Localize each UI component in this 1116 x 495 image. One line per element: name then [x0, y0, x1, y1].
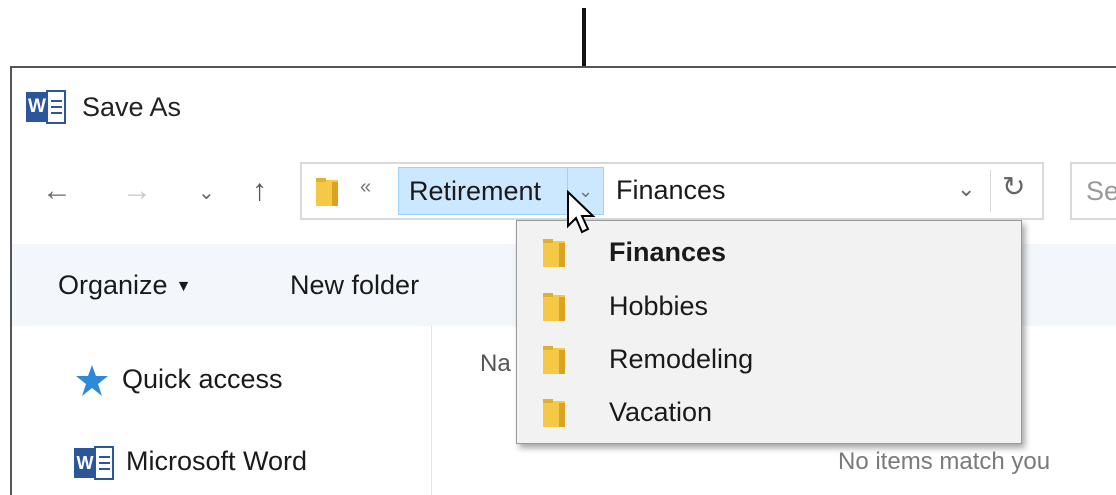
search-input[interactable]: Se — [1070, 162, 1116, 220]
forward-arrow-icon[interactable]: → — [122, 176, 152, 206]
sidebar-item-label: Quick access — [122, 364, 283, 395]
menu-item-vacation[interactable]: Vacation — [517, 387, 1021, 441]
organize-label: Organize — [58, 270, 168, 300]
address-dropdown-chevron-icon[interactable]: ⌄ — [957, 176, 975, 202]
breadcrumb-current[interactable]: Finances — [616, 167, 726, 213]
menu-item-label: Finances — [609, 237, 727, 267]
title-bar: W Save As — [12, 68, 1116, 142]
folder-dropdown-menu: Finances Hobbies Remodeling Vacation — [516, 220, 1022, 444]
mouse-pointer-icon — [567, 190, 596, 234]
menu-item-remodeling[interactable]: Remodeling — [517, 334, 1021, 388]
sidebar-item-microsoft-word[interactable]: W Microsoft Word — [74, 446, 307, 480]
folder-icon — [543, 239, 565, 272]
recent-locations-chevron-icon[interactable]: ⌄ — [198, 178, 215, 208]
navigation-pane: Quick access W Microsoft Word — [12, 326, 432, 495]
empty-folder-message: No items match you — [838, 448, 1051, 475]
back-arrow-icon[interactable]: ← — [42, 176, 72, 206]
menu-item-hobbies[interactable]: Hobbies — [517, 281, 1021, 335]
up-arrow-icon[interactable]: ↑ — [252, 176, 267, 206]
word-app-icon: W — [26, 90, 66, 124]
sidebar-item-quick-access[interactable]: Quick access — [74, 364, 283, 398]
menu-item-label: Remodeling — [609, 344, 754, 374]
word-icon: W — [74, 446, 114, 480]
organize-button[interactable]: Organize ▼ — [58, 270, 191, 301]
folder-icon — [543, 346, 565, 379]
overflow-chevron-icon[interactable]: « — [360, 176, 371, 199]
new-folder-button[interactable]: New folder — [290, 270, 419, 301]
refresh-icon[interactable]: ↻ — [1002, 170, 1025, 203]
sidebar-item-label: Microsoft Word — [126, 446, 308, 477]
folder-icon — [316, 178, 338, 211]
address-divider — [990, 170, 991, 212]
menu-item-label: Vacation — [609, 397, 713, 427]
window-title: Save As — [82, 92, 182, 122]
column-header-name[interactable]: Na — [480, 350, 511, 378]
menu-item-label: Hobbies — [609, 291, 709, 321]
folder-icon — [543, 399, 565, 432]
breadcrumb-retirement[interactable]: Retirement — [398, 167, 568, 215]
caret-down-icon: ▼ — [175, 277, 192, 295]
address-bar[interactable]: « Retirement ⌄ Finances ⌄ ↻ — [300, 162, 1044, 220]
star-icon — [74, 364, 110, 398]
folder-icon — [543, 293, 565, 326]
